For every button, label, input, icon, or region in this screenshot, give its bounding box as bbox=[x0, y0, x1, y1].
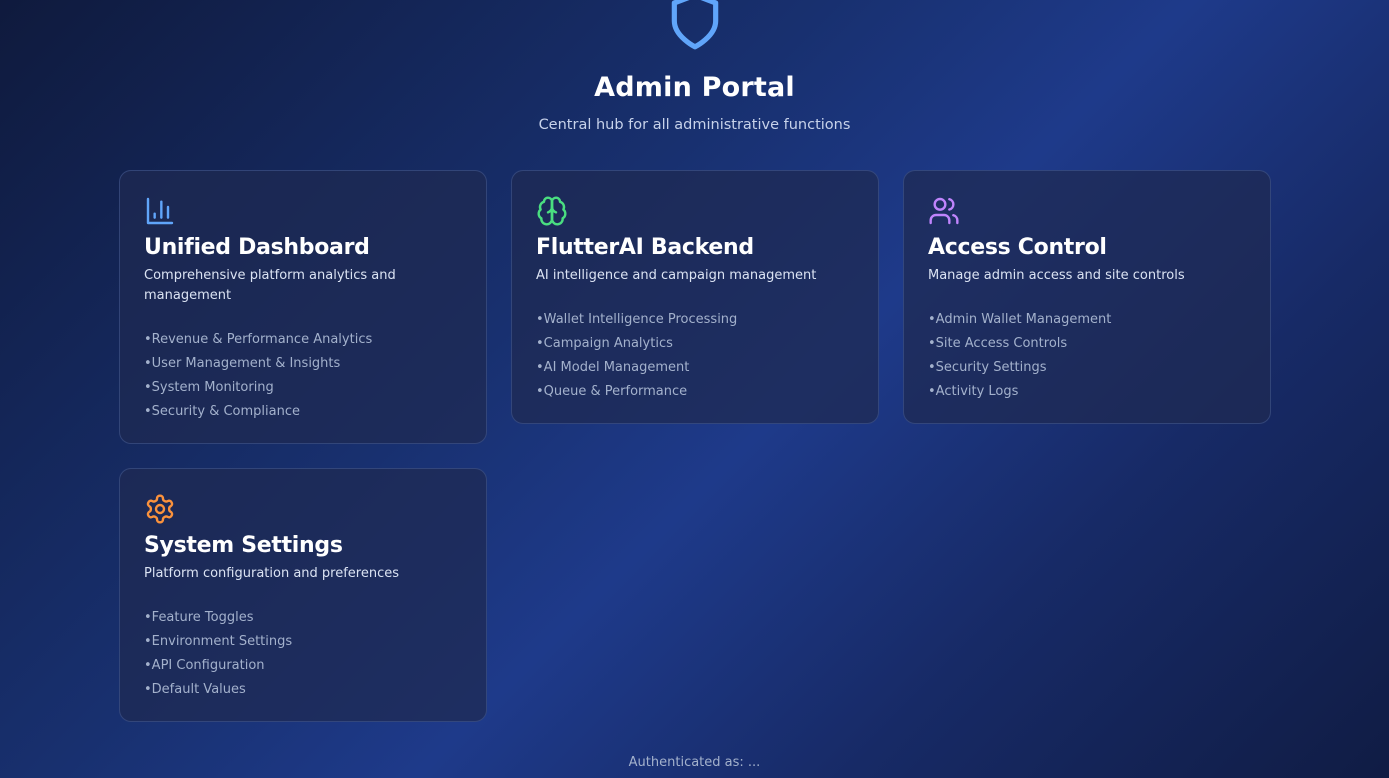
feature-item: Site Access Controls bbox=[928, 332, 1246, 356]
feature-item: User Management & Insights bbox=[144, 352, 462, 376]
card-title: Access Control bbox=[928, 235, 1107, 260]
card-description: Manage admin access and site controls bbox=[928, 268, 1185, 283]
card-flutterai-backend[interactable]: FlutterAI Backend AI intelligence and ca… bbox=[511, 170, 879, 424]
card-description: AI intelligence and campaign management bbox=[536, 268, 817, 283]
shield-icon bbox=[664, 0, 726, 52]
feature-item: Admin Wallet Management bbox=[928, 308, 1246, 332]
feature-item: Campaign Analytics bbox=[536, 332, 854, 356]
page-title: Admin Portal bbox=[594, 72, 795, 103]
feature-item: Activity Logs bbox=[928, 380, 1246, 404]
card-access-control[interactable]: Access Control Manage admin access and s… bbox=[903, 170, 1271, 424]
feature-item: Security & Compliance bbox=[144, 400, 462, 424]
card-description: Platform configuration and preferences bbox=[144, 566, 400, 581]
feature-item: API Configuration bbox=[144, 654, 462, 678]
feature-item: Queue & Performance bbox=[536, 380, 854, 404]
feature-item: Wallet Intelligence Processing bbox=[536, 308, 854, 332]
card-title: FlutterAI Backend bbox=[536, 235, 754, 260]
card-title: System Settings bbox=[144, 533, 343, 558]
feature-item: Revenue & Performance Analytics bbox=[144, 328, 462, 352]
users-icon bbox=[928, 195, 960, 227]
feature-list: Revenue & Performance Analytics User Man… bbox=[144, 328, 462, 424]
gear-icon bbox=[144, 493, 176, 525]
page-subtitle: Central hub for all administrative funct… bbox=[538, 117, 851, 133]
feature-list: Feature Toggles Environment Settings API… bbox=[144, 606, 462, 702]
feature-item: Default Values bbox=[144, 678, 462, 702]
card-unified-dashboard[interactable]: Unified Dashboard Comprehensive platform… bbox=[119, 170, 487, 444]
feature-list: Admin Wallet Management Site Access Cont… bbox=[928, 308, 1246, 404]
feature-item: Security Settings bbox=[928, 356, 1246, 380]
feature-item: Feature Toggles bbox=[144, 606, 462, 630]
feature-item: AI Model Management bbox=[536, 356, 854, 380]
card-description: Comprehensive platform analytics and man… bbox=[144, 268, 396, 303]
feature-item: System Monitoring bbox=[144, 376, 462, 400]
card-title: Unified Dashboard bbox=[144, 235, 370, 260]
feature-list: Wallet Intelligence Processing Campaign … bbox=[536, 308, 854, 404]
auth-status: Authenticated as: ... bbox=[628, 755, 761, 770]
feature-item: Environment Settings bbox=[144, 630, 462, 654]
brain-icon bbox=[536, 195, 568, 227]
bar-chart-icon bbox=[144, 195, 176, 227]
card-system-settings[interactable]: System Settings Platform configuration a… bbox=[119, 468, 487, 722]
